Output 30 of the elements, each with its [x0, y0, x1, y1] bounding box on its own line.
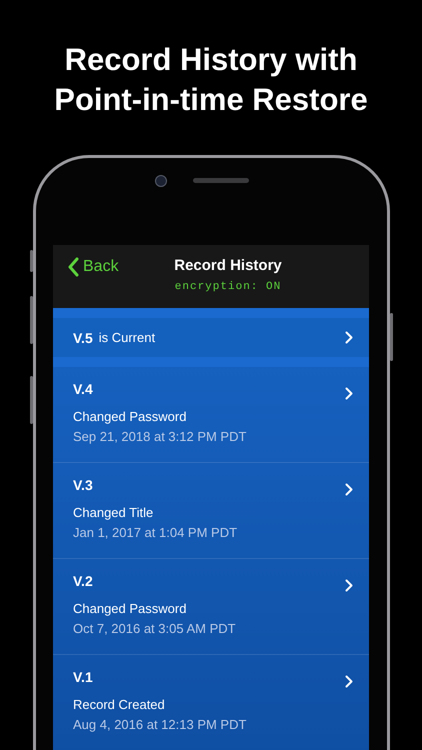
chevron-right-icon	[345, 331, 353, 344]
version-label: V.4	[73, 381, 93, 397]
camera-icon	[154, 174, 166, 186]
chevron-right-icon	[345, 482, 353, 496]
chevron-right-icon	[345, 386, 353, 400]
change-date: Jan 1, 2017 at 1:04 PM PDT	[73, 525, 238, 540]
version-label: V.3	[73, 477, 93, 493]
change-date: Sep 21, 2018 at 3:12 PM PDT	[73, 429, 248, 444]
chevron-left-icon	[67, 257, 79, 277]
chevron-right-icon	[345, 578, 353, 592]
change-description: Record Created	[73, 697, 166, 712]
speaker-grille	[192, 178, 248, 183]
version-row[interactable]: V.3 Changed Title Jan 1, 2017 at 1:04 PM PDT	[53, 463, 369, 559]
change-description: Changed Password	[73, 601, 188, 616]
back-button[interactable]: Back	[67, 257, 119, 277]
current-label: is Current	[98, 330, 156, 345]
change-date: Aug 4, 2016 at 12:13 PM PDT	[73, 717, 248, 732]
screen-title: Record History	[174, 257, 282, 274]
change-description: Changed Password	[73, 409, 188, 424]
chevron-right-icon	[345, 674, 353, 688]
version-row[interactable]: V.2 Changed Password Oct 7, 2016 at 3:05 AM PDT	[53, 559, 369, 655]
headline: Record History with Point-in-time Restore	[53, 41, 369, 119]
encryption-status: encryption: ON	[174, 281, 282, 293]
version-label: V.1	[73, 669, 93, 685]
change-description: Changed Title	[73, 505, 154, 520]
version-label: V.2	[73, 573, 93, 589]
change-date: Oct 7, 2016 at 3:05 AM PDT	[73, 621, 237, 636]
version-label: V.5	[73, 330, 93, 346]
version-row[interactable]: V.4 Changed Password Sep 21, 2018 at 3:12 PM PDT	[53, 367, 369, 463]
version-row[interactable]: V.1 Record Created Aug 4, 2016 at 12:13 PM PDT	[53, 655, 369, 750]
